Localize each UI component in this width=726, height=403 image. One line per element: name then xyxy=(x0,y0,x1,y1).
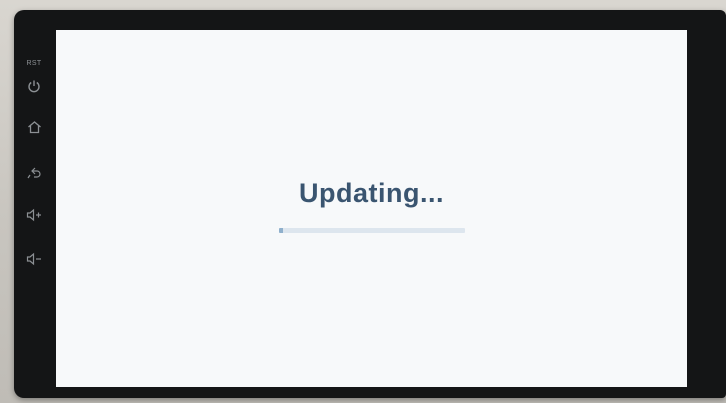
volume-down-icon xyxy=(26,252,42,271)
volume-up-button[interactable] xyxy=(14,204,54,230)
update-status-text: Updating... xyxy=(299,178,444,208)
home-icon xyxy=(27,120,42,139)
volume-down-button[interactable] xyxy=(14,248,54,274)
power-button[interactable] xyxy=(14,75,54,101)
update-progress-bar xyxy=(279,228,465,233)
back-button[interactable] xyxy=(14,162,54,188)
volume-up-icon xyxy=(26,208,42,227)
update-progress-fill xyxy=(279,228,283,233)
home-button[interactable] xyxy=(14,116,54,142)
power-icon xyxy=(27,79,41,98)
side-button-panel xyxy=(14,50,54,290)
back-icon xyxy=(26,166,42,185)
